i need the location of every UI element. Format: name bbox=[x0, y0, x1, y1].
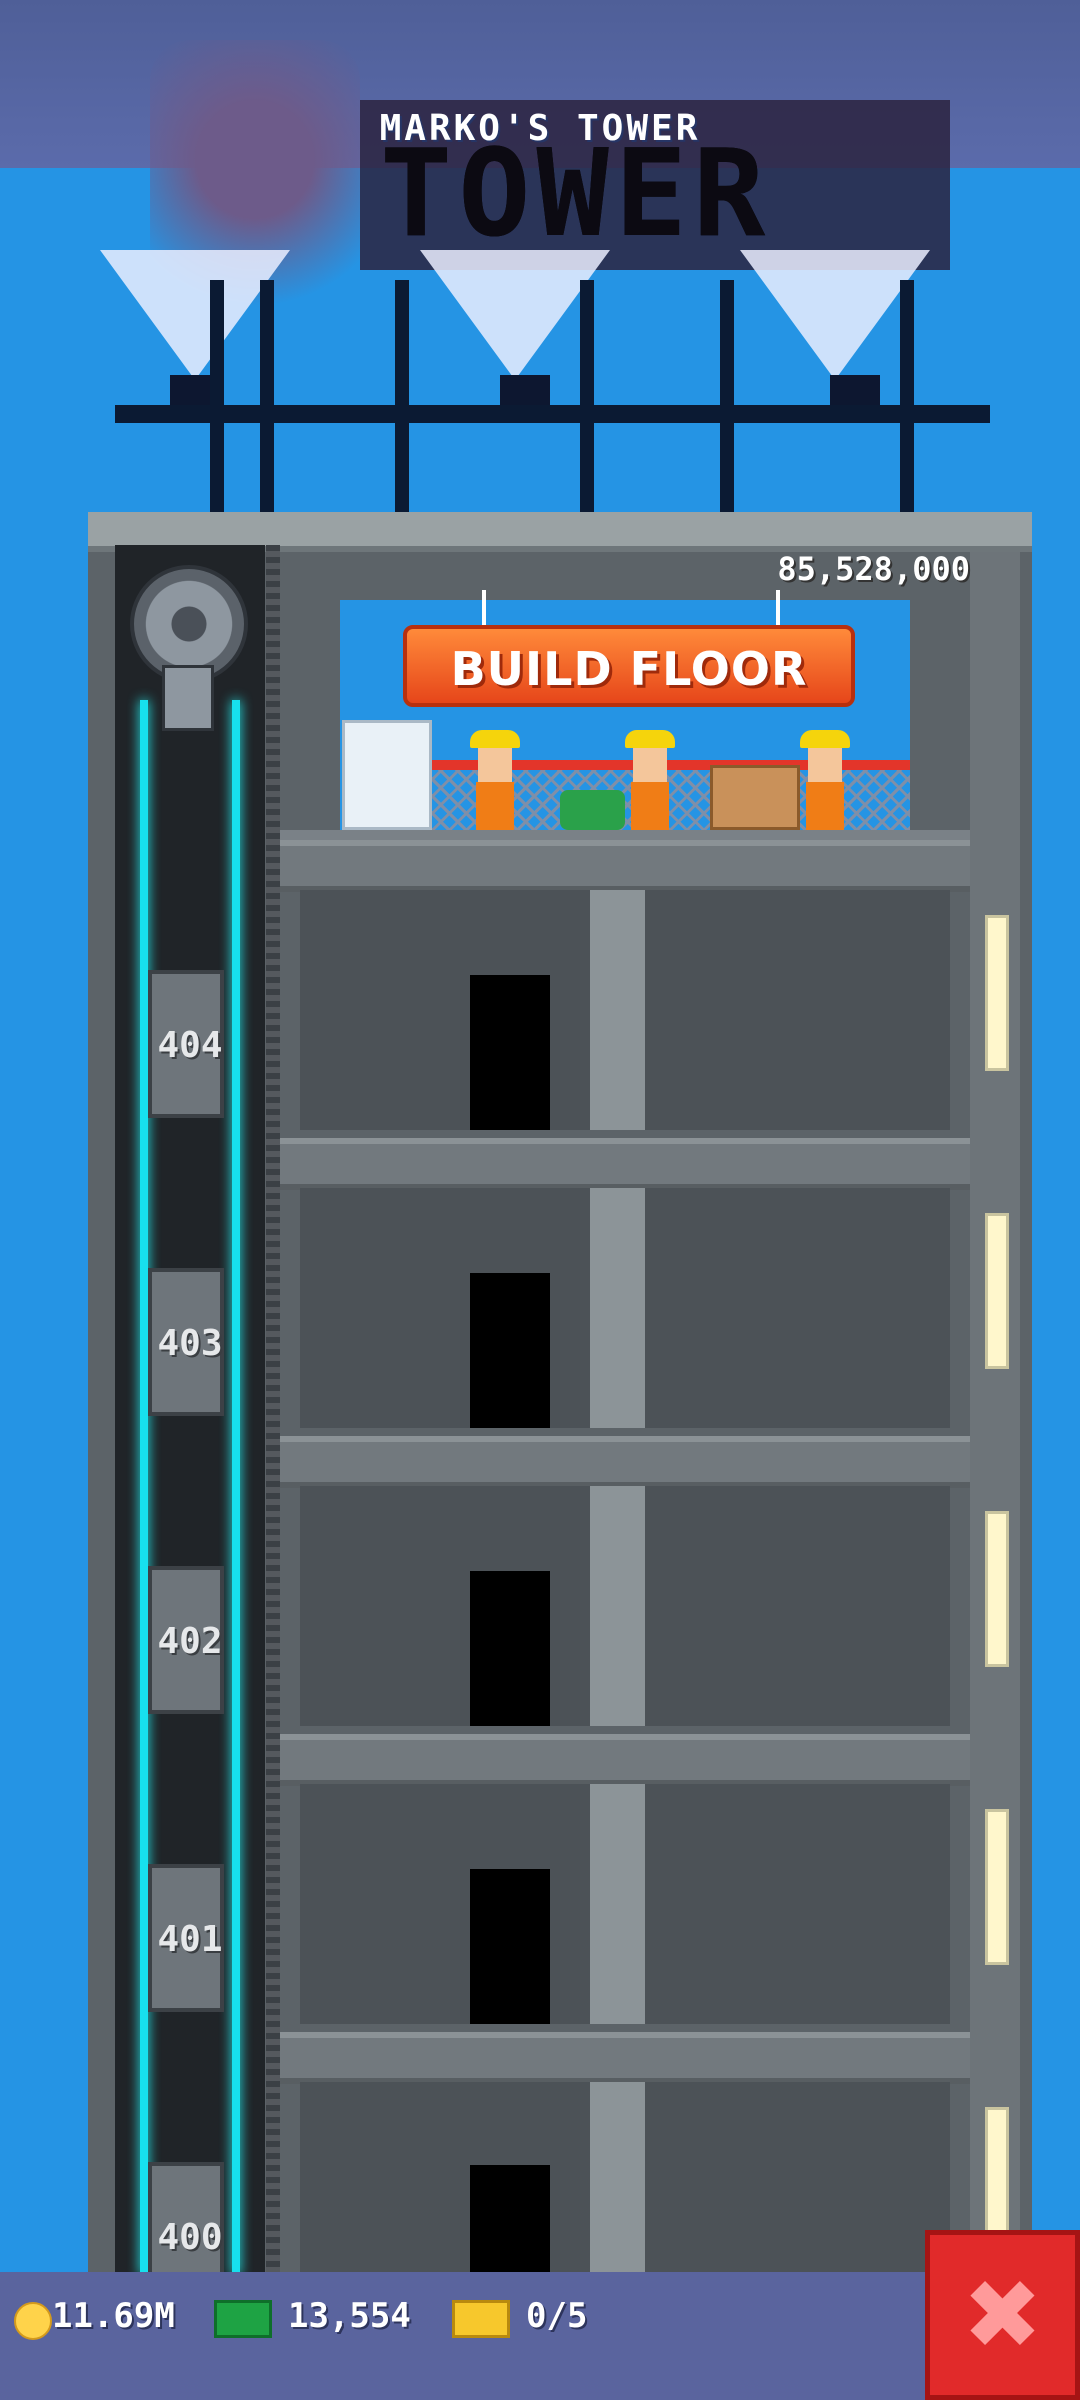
wood-crate-icon bbox=[710, 765, 800, 830]
window-light bbox=[985, 915, 1009, 1071]
scaffold-post bbox=[580, 280, 594, 515]
build-cost-value: 85,528,000 bbox=[777, 550, 970, 588]
floor-slab bbox=[280, 1138, 970, 1190]
scaffold-post bbox=[900, 280, 914, 515]
floor-pillar bbox=[590, 2082, 645, 2272]
floor-pillar bbox=[590, 1486, 645, 1726]
construction-worker bbox=[800, 730, 850, 830]
floor-pillar bbox=[590, 1188, 645, 1428]
elevator-rail bbox=[232, 700, 240, 2275]
billboard-sign-text: TOWER bbox=[380, 125, 772, 264]
floor-slab bbox=[280, 2032, 970, 2084]
coins-value: 11.69M bbox=[52, 2296, 175, 2336]
elevator-rail bbox=[140, 700, 148, 2275]
sign-hanger bbox=[482, 590, 486, 628]
scaffold-post bbox=[720, 280, 734, 515]
scaffold-post bbox=[210, 280, 224, 515]
floor-slab bbox=[280, 1436, 970, 1488]
window-light bbox=[985, 2107, 1009, 2233]
build-floor-button[interactable]: BUILD FLOOR bbox=[403, 625, 855, 707]
construction-worker bbox=[470, 730, 520, 830]
scaffold-post bbox=[395, 280, 409, 515]
floor-number-label: 404 bbox=[157, 1025, 223, 1066]
close-button[interactable]: ✖ bbox=[925, 2230, 1080, 2400]
floor-number-label: 402 bbox=[157, 1621, 223, 1662]
floor-doorway bbox=[470, 1571, 550, 1726]
close-icon: ✖ bbox=[962, 2259, 1043, 2371]
coin-icon bbox=[14, 2302, 52, 2340]
window-light bbox=[985, 1213, 1009, 1369]
floor-number-label: 400 bbox=[157, 2217, 223, 2258]
window-light bbox=[985, 1511, 1009, 1667]
window-light bbox=[985, 1809, 1009, 1965]
scaffold-beam bbox=[115, 405, 990, 423]
floor-number-label: 403 bbox=[157, 1323, 223, 1364]
bux-value: 13,554 bbox=[288, 2296, 411, 2336]
scaffold-post bbox=[260, 280, 274, 515]
elevator-ladder bbox=[266, 545, 280, 2275]
floor-doorway bbox=[470, 2165, 550, 2272]
tower-right-wall bbox=[970, 545, 1020, 2275]
elevator-hook-icon bbox=[162, 665, 214, 731]
tower-title: MARKO'S TOWER bbox=[379, 108, 701, 149]
ticket-icon bbox=[452, 2300, 510, 2338]
floor-doorway bbox=[470, 1869, 550, 2024]
floor-slab bbox=[280, 1734, 970, 1786]
tool-bag-icon bbox=[560, 790, 625, 830]
floor-number-label: 401 bbox=[157, 1919, 223, 1960]
bux-icon bbox=[214, 2300, 272, 2338]
floor-doorway bbox=[470, 975, 550, 1130]
floor-pillar bbox=[590, 890, 645, 1130]
floor-slab bbox=[280, 840, 970, 892]
tickets-value: 0/5 bbox=[526, 2296, 588, 2336]
construction-worker bbox=[625, 730, 675, 830]
floor-doorway bbox=[470, 1273, 550, 1428]
sign-hanger bbox=[776, 590, 780, 628]
floor-pillar bbox=[590, 1784, 645, 2024]
material-stack-icon bbox=[342, 720, 432, 830]
